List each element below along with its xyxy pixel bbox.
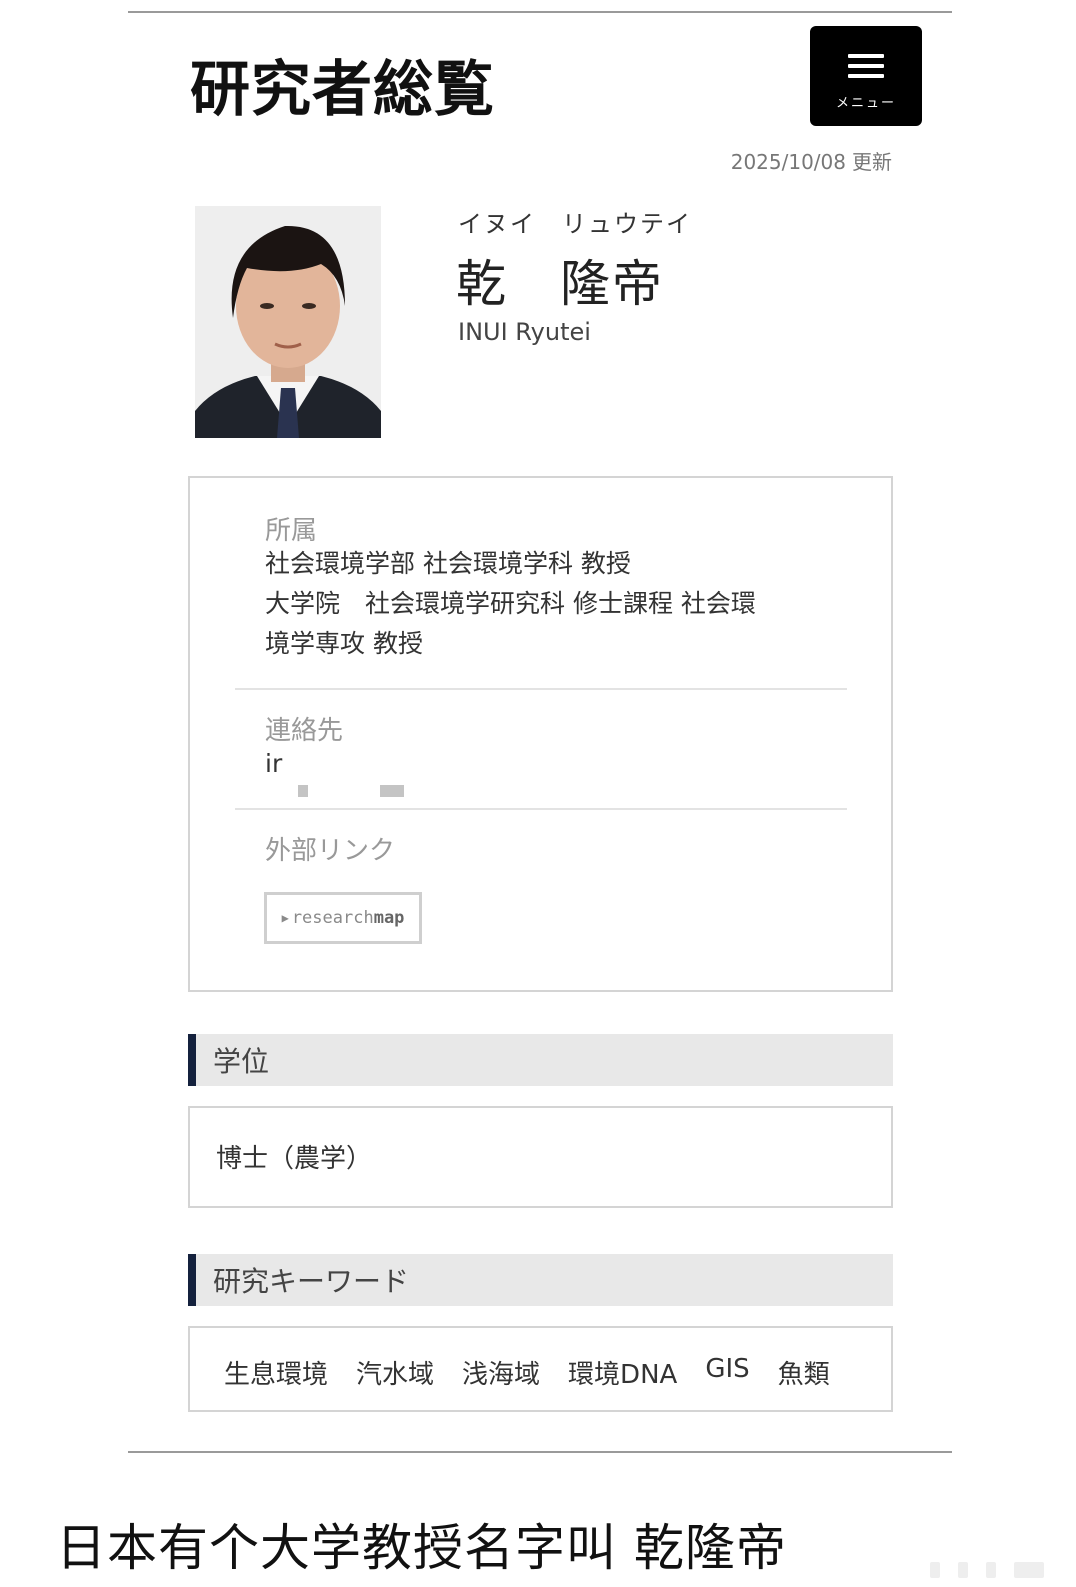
menu-label: メニュー: [835, 96, 896, 111]
keyword-item: 浅海域: [462, 1360, 541, 1390]
keyword-item: GIS: [705, 1354, 750, 1384]
name-kanji: 乾 隆帝: [456, 255, 664, 313]
researchmap-prefix: research: [291, 908, 374, 928]
top-divider: [128, 11, 952, 13]
section-accent-bar: [188, 1034, 196, 1086]
affiliation-line: 社会環境学部 社会環境学科 教授: [265, 549, 631, 578]
watermark-icon: [930, 1562, 1066, 1578]
post-caption: 日本有个大学教授名字叫 乾隆帝: [56, 1519, 787, 1577]
portrait-image: [195, 206, 381, 438]
contact-email[interactable]: ir: [265, 744, 282, 784]
researchmap-link[interactable]: ▶ research map: [264, 892, 422, 944]
info-divider: [235, 808, 847, 810]
site-title[interactable]: 研究者総覧: [190, 50, 495, 130]
update-info: 2025/10/08 更新: [725, 146, 892, 175]
profile-photo: [195, 206, 381, 438]
play-triangle-icon: ▶: [281, 911, 289, 925]
keywords-heading: 研究キーワード: [213, 1265, 410, 1298]
keywords-section-header: 研究キーワード: [188, 1254, 893, 1306]
degree-section-header: 学位: [188, 1034, 893, 1086]
info-divider: [235, 688, 847, 690]
keyword-list: 生息環境 汽水域 浅海域 環境DNA GIS 魚類: [224, 1354, 858, 1391]
degree-heading: 学位: [213, 1045, 270, 1078]
keyword-item: 魚類: [777, 1360, 830, 1390]
update-suffix: 更新: [852, 150, 892, 174]
researchmap-suffix: map: [373, 908, 405, 928]
hamburger-icon: [848, 54, 884, 84]
contact-label: 連絡先: [265, 716, 344, 746]
name-kana: イヌイ リュウテイ: [458, 210, 692, 238]
redaction-mask: [298, 776, 438, 802]
info-card: 所属 社会環境学部 社会環境学科 教授 大学院 社会環境学研究科 修士課程 社会…: [188, 476, 893, 992]
name-roman: INUI Ryutei: [458, 318, 591, 346]
keyword-item: 生息環境: [224, 1360, 329, 1390]
affiliation-line: 境学専攻 教授: [265, 629, 423, 658]
external-links-label: 外部リンク: [265, 836, 396, 866]
degree-box: 博士（農学）: [188, 1106, 893, 1208]
keyword-item: 環境DNA: [568, 1360, 678, 1390]
menu-button[interactable]: メニュー: [810, 26, 922, 126]
section-accent-bar: [188, 1254, 196, 1306]
update-date: 2025/10/08: [730, 150, 846, 174]
affiliation-label: 所属: [265, 516, 318, 546]
keywords-box: 生息環境 汽水域 浅海域 環境DNA GIS 魚類: [188, 1326, 893, 1412]
bottom-divider: [128, 1451, 952, 1453]
affiliation-line: 大学院 社会環境学研究科 修士課程 社会環: [265, 589, 756, 618]
keyword-item: 汽水域: [356, 1360, 435, 1390]
degree-value: 博士（農学）: [216, 1144, 373, 1174]
